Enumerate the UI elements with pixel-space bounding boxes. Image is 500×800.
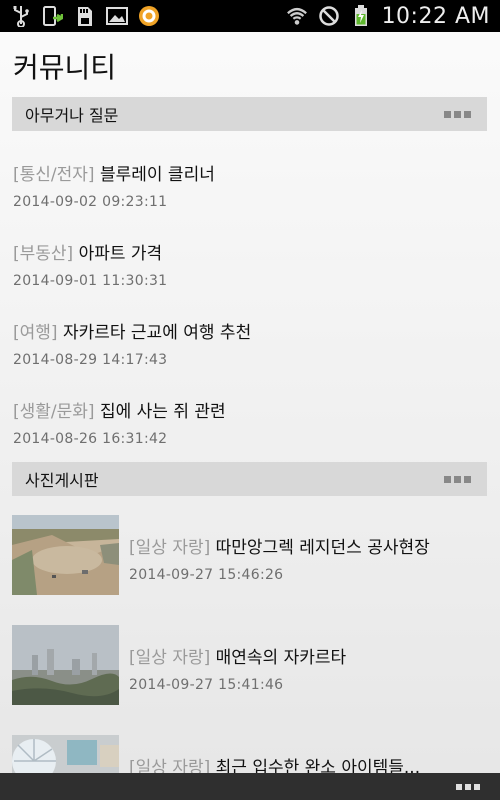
hazy-city-thumbnail	[12, 625, 119, 705]
system-icons: 10:22 AM	[286, 4, 490, 29]
photo-list-item[interactable]: [일상 자랑] 따만앙그렉 레지던스 공사현장 2014-09-27 15:46…	[12, 515, 488, 597]
app-update-icon	[42, 5, 64, 27]
item-category: [생활/문화]	[13, 402, 95, 422]
bottom-bar	[0, 773, 500, 800]
image-icon	[106, 5, 128, 27]
item-date: 2014-09-27 15:41:46	[129, 677, 284, 693]
item-category: [여행]	[13, 323, 58, 343]
section-title: 아무거나 질문	[25, 106, 119, 125]
construction-site-thumbnail	[12, 515, 119, 595]
wifi-icon	[286, 5, 308, 27]
app-circle-icon	[138, 5, 160, 27]
item-date: 2014-08-26 16:31:42	[13, 431, 168, 447]
list-item[interactable]: [여행] 자카르타 근교에 여행 추천 2014-08-29 14:17:43	[13, 318, 483, 368]
item-title: 아파트 가격	[78, 244, 163, 264]
item-title: 따만앙그렉 레지던스 공사현장	[215, 538, 430, 558]
section-header-qa[interactable]: 아무거나 질문	[12, 97, 487, 131]
list-item[interactable]: [부동산] 아파트 가격 2014-09-01 11:30:31	[13, 239, 483, 289]
item-title: 블루레이 클리너	[99, 165, 215, 185]
status-time: 10:22 AM	[381, 3, 490, 29]
list-item[interactable]: [통신/전자] 블루레이 클리너 2014-09-02 09:23:11	[13, 160, 483, 210]
notification-icons	[10, 5, 160, 27]
item-category: [일상 자랑]	[129, 648, 211, 668]
item-category: [통신/전자]	[13, 165, 95, 185]
battery-charging-icon	[350, 5, 372, 27]
item-date: 2014-08-29 14:17:43	[13, 352, 168, 368]
section-title: 사진게시판	[25, 471, 99, 490]
item-date: 2014-09-01 11:30:31	[13, 273, 168, 289]
no-signal-icon	[318, 5, 340, 27]
section-header-photos[interactable]: 사진게시판	[12, 462, 487, 496]
list-item[interactable]: [생활/문화] 집에 사는 쥐 관련 2014-08-26 16:31:42	[13, 397, 483, 447]
more-icon[interactable]	[440, 470, 475, 489]
sd-card-icon	[74, 5, 96, 27]
item-category: [일상 자랑]	[129, 538, 211, 558]
item-title: 매연속의 자카르타	[215, 648, 347, 668]
item-title: 자카르타 근교에 여행 추천	[62, 323, 252, 343]
usb-icon	[10, 5, 32, 27]
menu-overflow-icon[interactable]	[452, 778, 484, 796]
page-title: 커뮤니티	[13, 51, 117, 84]
item-category: [부동산]	[13, 244, 74, 264]
photo-list-item[interactable]: [일상 자랑] 매연속의 자카르타 2014-09-27 15:41:46	[12, 625, 488, 707]
item-date: 2014-09-27 15:46:26	[129, 567, 284, 583]
status-bar: 10:22 AM	[0, 0, 500, 32]
more-icon[interactable]	[440, 105, 475, 124]
item-date: 2014-09-02 09:23:11	[13, 194, 168, 210]
item-title: 집에 사는 쥐 관련	[99, 402, 226, 422]
